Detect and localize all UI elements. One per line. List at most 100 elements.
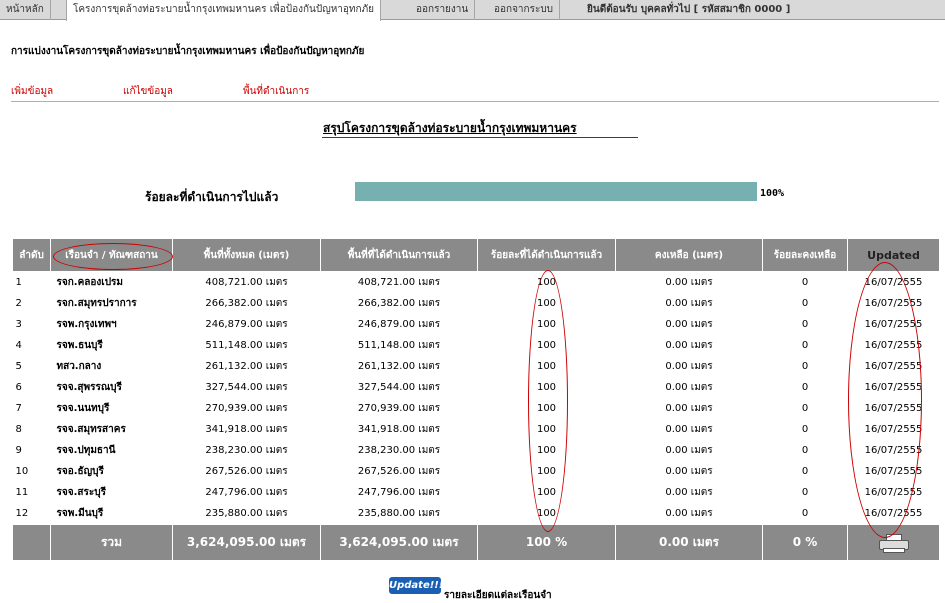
row-done-pct: 100 (536, 424, 557, 435)
row-updated: 16/07/2555 (864, 340, 923, 351)
tab-project[interactable]: โครงการขุดล้างท่อระบายน้ำกรุงเทพมหานคร เ… (66, 0, 382, 21)
total-label: รวม (50, 524, 173, 561)
row-no: 2 (15, 298, 22, 309)
row-done-area: 327,544.00 เมตร (357, 382, 441, 393)
col-header-done-pct: ร้อยละที่ได้ดำเนินการแล้ว (477, 238, 616, 272)
row-updated: 16/07/2555 (864, 445, 923, 456)
table-row: 8 รจจ.สมุทรสาคร 341,918.00 เมตร 341,918.00 … (13, 419, 940, 440)
row-done-area: 408,721.00 เมตร (357, 277, 441, 288)
row-no: 12 (15, 508, 29, 519)
row-no: 6 (15, 382, 22, 393)
row-remaining: 0.00 เมตร (665, 424, 713, 435)
total-no-cell (12, 524, 51, 561)
col-header-updated: Updated (847, 238, 940, 272)
row-remaining-pct: 0 (801, 466, 809, 477)
row-no: 9 (15, 445, 22, 456)
row-total-area: 270,939.00 เมตร (205, 403, 288, 414)
table-row: 12 รจพ.มีนบุรี 235,880.00 เมตร 235,880.00 เ… (13, 503, 940, 525)
table-row: 11 รจจ.สระบุรี 247,796.00 เมตร 247,796.00 เ… (13, 482, 940, 503)
col-header-done-area: พื้นที่ที่ได้ดำเนินการแล้ว (320, 238, 478, 272)
row-total-area: 341,918.00 เมตร (205, 424, 288, 435)
row-updated: 16/07/2555 (864, 319, 923, 330)
row-no: 4 (15, 340, 22, 351)
row-remaining-pct: 0 (801, 340, 809, 351)
row-total-area: 261,132.00 เมตร (205, 361, 288, 372)
row-remaining: 0.00 เมตร (665, 340, 713, 351)
row-no: 10 (15, 466, 29, 477)
row-updated: 16/07/2555 (864, 298, 923, 309)
total-remaining-pct: 0 % (762, 524, 848, 561)
row-done-area: 235,880.00 เมตร (357, 508, 441, 519)
table-row: 7 รจจ.นนทบุรี 270,939.00 เมตร 270,939.00 เม… (13, 398, 940, 419)
tab-home[interactable]: หน้าหลัก (0, 0, 51, 20)
progress-label: ร้อยละที่ดำเนินการไปแล้ว (145, 190, 279, 204)
row-total-area: 246,879.00 เมตร (205, 319, 288, 330)
update-button[interactable]: Update!!! (389, 577, 443, 594)
operation-area-link[interactable]: พื้นที่ดำเนินการ (243, 84, 309, 99)
row-remaining: 0.00 เมตร (665, 382, 713, 393)
row-done-pct: 100 (536, 361, 557, 372)
row-done-area: 511,148.00 เมตร (357, 340, 441, 351)
row-updated: 16/07/2555 (864, 508, 923, 519)
row-prison: รจพ.ธนบุรี (56, 340, 103, 351)
table-row: 1 รจก.คลองเปรม 408,721.00 เมตร 408,721.00 เ… (13, 272, 940, 294)
printer-icon[interactable] (878, 533, 910, 553)
row-done-pct: 100 (536, 445, 557, 456)
row-done-area: 261,132.00 เมตร (357, 361, 441, 372)
row-remaining-pct: 0 (801, 361, 809, 372)
row-remaining: 0.00 เมตร (665, 277, 713, 288)
row-remaining-pct: 0 (801, 508, 809, 519)
row-prison: รจก.สมุทรปราการ (56, 298, 137, 309)
row-done-pct: 100 (536, 403, 557, 414)
row-done-pct: 100 (536, 298, 557, 309)
row-remaining-pct: 0 (801, 403, 809, 414)
col-header-remaining: คงเหลือ (เมตร) (615, 238, 763, 272)
row-prison: รจจ.สระบุรี (56, 487, 106, 498)
row-remaining: 0.00 เมตร (665, 298, 713, 309)
row-no: 7 (15, 403, 22, 414)
row-remaining: 0.00 เมตร (665, 361, 713, 372)
row-remaining-pct: 0 (801, 445, 809, 456)
row-prison: รจจ.สุพรรณบุรี (56, 382, 122, 393)
report-title: สรุปโครงการขุดล้างท่อระบายน้ำกรุงเทพมหาน… (323, 121, 577, 135)
tab-reports[interactable]: ออกรายงาน (410, 0, 476, 20)
row-done-area: 238,230.00 เมตร (357, 445, 441, 456)
row-remaining: 0.00 เมตร (665, 508, 713, 519)
row-done-pct: 100 (536, 319, 557, 330)
row-updated: 16/07/2555 (864, 424, 923, 435)
row-no: 1 (15, 277, 22, 288)
table-row: 5 ทสว.กลาง 261,132.00 เมตร 261,132.00 เมตร 1… (13, 356, 940, 377)
total-done-area: 3,624,095.00 เมตร (320, 524, 478, 561)
divider (11, 101, 939, 102)
tab-logout[interactable]: ออกจากระบบ (488, 0, 561, 20)
row-prison: รจอ.ธัญบุรี (56, 466, 104, 477)
table-row: 2 รจก.สมุทรปราการ 266,382.00 เมตร 266,382.0… (13, 293, 940, 314)
row-done-pct: 100 (536, 508, 557, 519)
table-row: 3 รจพ.กรุงเทพฯ 246,879.00 เมตร 246,879.00 เ… (13, 314, 940, 335)
row-total-area: 267,526.00 เมตร (205, 466, 288, 477)
row-done-area: 246,879.00 เมตร (357, 319, 441, 330)
total-row: รวม 3,624,095.00 เมตร 3,624,095.00 เมตร … (12, 524, 940, 561)
row-prison: ทสว.กลาง (56, 361, 102, 372)
row-remaining: 0.00 เมตร (665, 487, 713, 498)
print-cell (847, 524, 940, 561)
edit-data-link[interactable]: แก้ไขข้อมูล (123, 84, 173, 99)
row-updated: 16/07/2555 (864, 487, 923, 498)
table-row: 9 รจจ.ปทุมธานี 238,230.00 เมตร 238,230.00 เ… (13, 440, 940, 461)
row-total-area: 511,148.00 เมตร (205, 340, 288, 351)
progress-bar-fill (355, 182, 757, 201)
row-updated: 16/07/2555 (864, 277, 923, 288)
prison-detail-link[interactable]: รายละเอียดแต่ละเรือนจำ (444, 588, 552, 603)
table-header-row: ลำดับ เรือนจำ / ทัณฑสถาน พื้นที่ทั้งหมด … (12, 238, 940, 272)
row-prison: รจจ.สมุทรสาคร (56, 424, 126, 435)
row-total-area: 266,382.00 เมตร (205, 298, 288, 309)
row-remaining-pct: 0 (801, 277, 809, 288)
row-done-pct: 100 (536, 487, 557, 498)
progress-bar (355, 182, 757, 201)
row-done-pct: 100 (536, 382, 557, 393)
add-data-link[interactable]: เพิ่มข้อมูล (11, 84, 53, 99)
row-updated: 16/07/2555 (864, 403, 923, 414)
row-remaining-pct: 0 (801, 319, 809, 330)
row-no: 3 (15, 319, 22, 330)
page-subtitle: การแบ่งงานโครงการขุดล้างท่อระบายน้ำกรุงเ… (11, 46, 365, 57)
